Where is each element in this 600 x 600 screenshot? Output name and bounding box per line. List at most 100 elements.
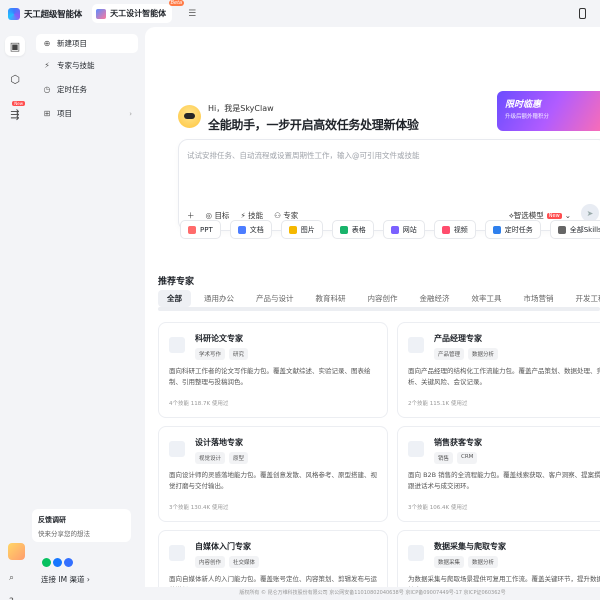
chip-scheduled[interactable]: 定时任务: [484, 220, 541, 239]
cube-icon[interactable]: ⬡: [5, 69, 25, 89]
card-tag: 销售: [434, 452, 454, 464]
card-desc: 面向 B2B 销售的全流程能力包。覆盖线索获取、客户洞察、提案撰写、跟进话术与成…: [408, 471, 600, 490]
footer: 版权所有 © 昆仑万维科技股份有限公司 京公网安备11010802040638号…: [145, 587, 600, 600]
connect-im-link[interactable]: 连接 IM 渠道 ›: [41, 574, 90, 585]
card-tag: 数据分析: [468, 556, 499, 568]
tab-dev[interactable]: 开发工程: [567, 290, 600, 307]
promo-banner[interactable]: 限时临惠 升级后额外赠积分: [497, 91, 600, 131]
sales-icon: [408, 441, 424, 457]
design-agent-tab[interactable]: 天工设计智能体 Beta: [92, 0, 185, 23]
section-title: 推荐专家: [158, 277, 195, 287]
chip-image[interactable]: 图片: [280, 220, 323, 239]
nav-projects[interactable]: ⊞ 项目 ›: [36, 104, 138, 123]
chip-ppt[interactable]: PPT: [180, 220, 221, 239]
new-badge: New: [546, 212, 562, 219]
card-tag: 视觉设计: [195, 452, 226, 464]
category-tabs: 全部 通用办公 产品与设计 教育科研 内容创作 金融经济 效率工具 市场营销 开…: [158, 290, 600, 307]
icon-rail: ▣ ⬡ ⇶New ⌕ ?: [0, 27, 30, 600]
card-title: 设计落地专家: [195, 438, 243, 447]
feedback-image: [8, 543, 25, 560]
card-tag: 学术写作: [195, 348, 226, 360]
tab-marketing[interactable]: 市场营销: [515, 290, 563, 307]
feedback-card[interactable]: 反馈调研 快来分享您的想法: [32, 509, 131, 542]
nav-label: 专家与技能: [57, 61, 95, 70]
tab-office[interactable]: 通用办公: [195, 290, 243, 307]
chip-website[interactable]: 网站: [382, 220, 425, 239]
card-meta: 3个技能 106.4K 使用过: [408, 505, 468, 511]
image-icon: [288, 225, 297, 234]
tabs-scrollbar[interactable]: [158, 307, 600, 311]
card-meta: 2个技能 115.1K 使用过: [408, 401, 468, 407]
card-desc: 面向设计师的灵感落地能力包。覆盖创意发散、风格参考、原型搭建、视觉打磨与交付输出…: [169, 471, 377, 490]
data-icon: [408, 545, 424, 561]
card-title: 销售获客专家: [434, 438, 482, 447]
chevron-down-icon: ⌄: [564, 211, 571, 220]
headline: 全能助手，一步开启高效任务处理新体验: [208, 118, 419, 132]
promo-title: 限时临惠: [505, 100, 542, 110]
card-desc: 面向科研工作者的论文写作能力包。覆盖文献综述、实验记录、图表绘制、引用整理与投稿…: [169, 367, 371, 386]
chip-doc[interactable]: 文档: [229, 220, 272, 239]
folder-icon: ⊞: [43, 109, 51, 118]
phone-icon[interactable]: [579, 8, 586, 19]
card-meta: 3个技能 130.4K 使用过: [169, 505, 229, 511]
wechat-icon: [42, 558, 51, 567]
new-badge: New: [12, 101, 25, 106]
grid-icon: [557, 225, 566, 234]
nav-scheduled-tasks[interactable]: ◷ 定时任务: [36, 80, 138, 99]
card-tag: 社交媒体: [229, 556, 260, 568]
nav-new-project[interactable]: ⊕ 新建项目: [36, 34, 138, 53]
card-tag: CRM: [457, 452, 478, 464]
im-label: 连接 IM 渠道: [41, 575, 85, 584]
nav-label: 项目: [57, 109, 72, 118]
nav-experts-skills[interactable]: ⚡ 专家与技能: [36, 56, 138, 75]
main-panel: Hi，我是SkyClaw 全能助手，一步开启高效任务处理新体验 限时临惠 升级后…: [145, 27, 600, 600]
promo-subtitle: 升级后额外赠积分: [505, 114, 550, 120]
skill-icon: ⚡: [44, 61, 50, 70]
tab-all[interactable]: 全部: [158, 290, 191, 307]
plus-icon: ⊕: [43, 39, 51, 48]
media-icon: [169, 545, 185, 561]
card-tag: 内容创作: [195, 556, 226, 568]
paper-icon: [169, 337, 185, 353]
feishu-icon: [64, 558, 73, 567]
clock-icon: [492, 225, 501, 234]
card-tag: 产品管理: [434, 348, 465, 360]
card-title: 科研论文专家: [195, 334, 243, 343]
card-meta: 4个技能 118.7K 使用过: [169, 401, 229, 407]
tab-product-design[interactable]: 产品与设计: [247, 290, 303, 307]
card-tag: 原型: [229, 452, 249, 464]
card-tag: 研究: [229, 348, 249, 360]
expert-card[interactable]: 设计落地专家 视觉设计 原型 面向设计师的灵感落地能力包。覆盖创意发散、风格参考、…: [158, 426, 388, 522]
chip-all-skills[interactable]: 全部Skills: [549, 220, 600, 239]
nav-label: 定时任务: [57, 85, 87, 94]
design-agent-icon: [96, 8, 107, 19]
flow-icon[interactable]: ⇶ New: [5, 101, 25, 124]
expert-card[interactable]: 销售获客专家 销售 CRM 面向 B2B 销售的全流程能力包。覆盖线索获取、客户洞…: [397, 426, 600, 522]
table-icon: [339, 225, 348, 234]
composer[interactable]: 试试安排任务、自动流程或设置周期性工作，输入@可引用文件或技能 ＋ ◎ 目标 ⚡…: [178, 139, 600, 231]
tab-content[interactable]: 内容创作: [359, 290, 407, 307]
expert-card[interactable]: 产品经理专家 产品管理 数据分析 面向产品经理的结构化工作流能力包。覆盖产品策划、…: [397, 322, 600, 418]
chip-table[interactable]: 表格: [331, 220, 374, 239]
tab-finance[interactable]: 金融经济: [411, 290, 459, 307]
card-title: 数据采集与爬取专家: [434, 542, 506, 551]
menu-icon[interactable]: ☰: [188, 9, 196, 19]
tab-efficiency[interactable]: 效率工具: [463, 290, 511, 307]
card-tag: 数据分析: [468, 348, 499, 360]
card-title: 自媒体入门专家: [195, 542, 251, 551]
doc-icon: [237, 225, 246, 234]
composer-input[interactable]: 试试安排任务、自动流程或设置周期性工作，输入@可引用文件或技能: [187, 150, 420, 161]
tab-education[interactable]: 教育科研: [307, 290, 355, 307]
beta-badge: Beta: [168, 0, 185, 6]
chat-icon[interactable]: ▣: [5, 36, 25, 56]
expert-card[interactable]: 科研论文专家 学术写作 研究 面向科研工作者的论文写作能力包。覆盖文献综述、实验记…: [158, 322, 388, 418]
skyclaw-avatar: [178, 105, 201, 128]
im-icons: [42, 558, 75, 567]
brand-name: 天工超级智能体: [24, 9, 83, 20]
chip-video[interactable]: 视频: [433, 220, 476, 239]
ppt-icon: [188, 225, 196, 234]
search-icon[interactable]: ⌕: [9, 573, 14, 583]
bulb-icon: [169, 441, 185, 457]
card-title: 产品经理专家: [434, 334, 482, 343]
card-desc: 面向产品经理的结构化工作流能力包。覆盖产品策划、数据处理、竞品分析、关键风险、会…: [408, 367, 600, 386]
